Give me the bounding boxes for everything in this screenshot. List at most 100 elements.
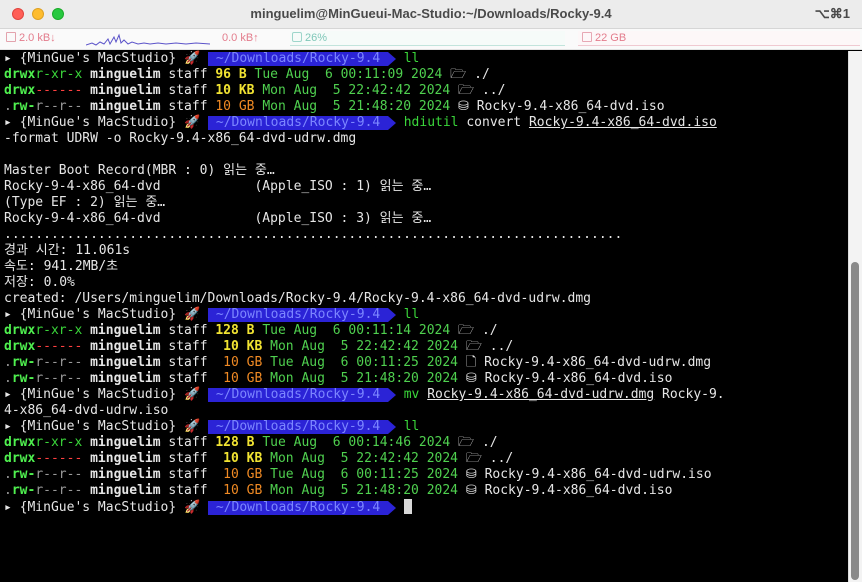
owner-group: staff — [168, 99, 208, 114]
command-arg: Rocky-9. — [654, 387, 725, 402]
perm-other: --- — [58, 339, 83, 354]
owner-group: staff — [168, 339, 208, 354]
rocket-icon: 🚀 — [184, 307, 201, 322]
perm-type: . — [4, 371, 12, 386]
file-date: Tue Aug 6 00:14:46 2024 — [262, 435, 451, 450]
perm-other: r-x — [58, 67, 83, 82]
owner-user: minguelim — [90, 323, 161, 338]
perm-other: r-- — [58, 99, 83, 114]
perm-type: . — [4, 483, 12, 498]
command-text: hdiutil — [403, 115, 459, 130]
perm-group: r-x — [35, 323, 59, 338]
list-item: drwx------ minguelim staff 10 KB Mon Aug… — [4, 339, 844, 355]
list-item: .rw-r--r-- minguelim staff 10 GB Mon Aug… — [4, 371, 844, 387]
command-file-arg: Rocky-9.4-x86_64-dvd-udrw.dmg — [427, 387, 655, 402]
status-bar: 2.0 kB↓ 0.0 kB↑ 26% 22 GB — [0, 29, 862, 50]
owner-user: minguelim — [90, 483, 161, 498]
output-text: 속도: 941.2MB/초 — [4, 259, 119, 274]
terminal-output[interactable]: ▸ {MinGue's MacStudio} 🚀 ~/Downloads/Roc… — [4, 51, 844, 515]
file-date: Mon Aug 5 21:48:20 2024 — [270, 371, 458, 386]
perm-group: r-- — [35, 483, 59, 498]
file-size: 10 GB — [215, 483, 263, 498]
list-item: drwxr-xr-x minguelim staff 128 B Tue Aug… — [4, 435, 844, 451]
output-line: 저장: 0.0% — [4, 275, 844, 291]
file-size: 10 GB — [215, 467, 263, 482]
prompt-line: ▸ {MinGue's MacStudio} 🚀 ~/Downloads/Roc… — [4, 499, 844, 515]
output-line: Master Boot Record(MBR : 0) 읽는 중… — [4, 163, 844, 179]
prompt-host: {MinGue's MacStudio} — [19, 307, 177, 322]
file-name: Rocky-9.4-x86_64-dvd.iso — [484, 483, 673, 498]
owner-group: staff — [168, 67, 208, 82]
command-continuation: -format UDRW -o Rocky-9.4-x86_64-dvd-udr… — [4, 131, 844, 147]
perm-type: d — [4, 339, 12, 354]
perm-other: r-- — [58, 483, 83, 498]
title-bar[interactable]: minguelim@MinGueui-Mac-Studio:~/Download… — [0, 0, 862, 29]
command-file-arg: Rocky-9.4-x86_64-dvd.iso — [528, 115, 717, 130]
folder-icon: 🗁 — [465, 451, 482, 466]
prompt-arrow-icon: ▸ — [4, 51, 12, 66]
owner-user: minguelim — [90, 83, 161, 98]
perm-other: r-x — [58, 435, 83, 450]
perm-other: r-- — [58, 355, 83, 370]
scrollbar-thumb[interactable] — [851, 262, 859, 580]
perm-user: rw- — [11, 467, 36, 482]
text-cursor[interactable] — [403, 499, 412, 514]
output-line: ........................................… — [4, 227, 844, 243]
perm-user: rwx — [11, 323, 36, 338]
owner-user: minguelim — [90, 371, 161, 386]
network-sparkline — [86, 33, 211, 46]
cpu-bar — [290, 31, 565, 46]
file-date: Tue Aug 6 00:11:25 2024 — [270, 467, 458, 482]
prompt-line: ▸ {MinGue's MacStudio} 🚀 ~/Downloads/Roc… — [4, 115, 844, 131]
owner-group: staff — [168, 83, 208, 98]
prompt-path: ~/Downloads/Rocky-9.4 — [208, 115, 397, 130]
output-line: (Type EF : 2) 읽는 중… — [4, 195, 844, 211]
output-text: (Type EF : 2) 읽는 중… — [4, 195, 166, 210]
perm-other: r-x — [58, 323, 83, 338]
file-date: Tue Aug 6 00:11:09 2024 — [254, 67, 443, 82]
owner-group: staff — [168, 451, 208, 466]
file-name: Rocky-9.4-x86_64-dvd.iso — [476, 99, 665, 114]
list-item: drwxr-xr-x minguelim staff 96 B Tue Aug … — [4, 67, 844, 83]
file-size: 96 B — [215, 67, 247, 82]
file-date: Mon Aug 5 21:48:20 2024 — [270, 483, 458, 498]
prompt-line: ▸ {MinGue's MacStudio} 🚀 ~/Downloads/Roc… — [4, 419, 844, 435]
command-text: ll — [403, 307, 420, 322]
prompt-line: ▸ {MinGue's MacStudio} 🚀 ~/Downloads/Roc… — [4, 387, 844, 403]
prompt-host: {MinGue's MacStudio} — [19, 500, 177, 515]
output-line: Rocky-9-4-x86_64-dvd (Apple_ISO : 1) 읽는 … — [4, 179, 844, 195]
perm-other: --- — [58, 451, 83, 466]
perm-other: r-- — [58, 371, 83, 386]
owner-user: minguelim — [90, 435, 161, 450]
perm-type: . — [4, 99, 12, 114]
file-size: 10 KB — [215, 339, 263, 354]
terminal-window: minguelim@MinGueui-Mac-Studio:~/Download… — [0, 0, 862, 582]
folder-icon: 🗁 — [465, 339, 482, 354]
list-item: .rw-r--r-- minguelim staff 10 GB Tue Aug… — [4, 467, 844, 483]
file-name: ../ — [489, 339, 514, 354]
file-date: Mon Aug 5 21:48:20 2024 — [262, 99, 451, 114]
file-size: 10 KB — [215, 451, 263, 466]
owner-user: minguelim — [90, 339, 161, 354]
perm-type: d — [4, 83, 12, 98]
file-name: ../ — [489, 451, 514, 466]
perm-other: --- — [58, 83, 83, 98]
disk-icon: ⛁ — [458, 99, 469, 114]
prompt-arrow-icon: ▸ — [4, 500, 12, 515]
prompt-path: ~/Downloads/Rocky-9.4 — [208, 419, 397, 434]
perm-user: rw- — [11, 355, 36, 370]
perm-group: r-- — [35, 355, 59, 370]
network-down-stat: 2.0 kB↓ — [6, 32, 56, 44]
command-arg: convert — [466, 115, 522, 130]
file-name: ./ — [481, 435, 498, 450]
cpu-stat: 26% — [292, 32, 327, 44]
perm-type: . — [4, 355, 12, 370]
command-text: ll — [403, 51, 420, 66]
owner-user: minguelim — [90, 99, 161, 114]
perm-user: rwx — [11, 339, 36, 354]
owner-group: staff — [168, 323, 208, 338]
list-item: drwx------ minguelim staff 10 KB Mon Aug… — [4, 83, 844, 99]
perm-group: r-x — [35, 435, 59, 450]
output-text: created: /Users/minguelim/Downloads/Rock… — [4, 291, 591, 306]
list-item: .rw-r--r-- minguelim staff 10 GB Tue Aug… — [4, 355, 844, 371]
